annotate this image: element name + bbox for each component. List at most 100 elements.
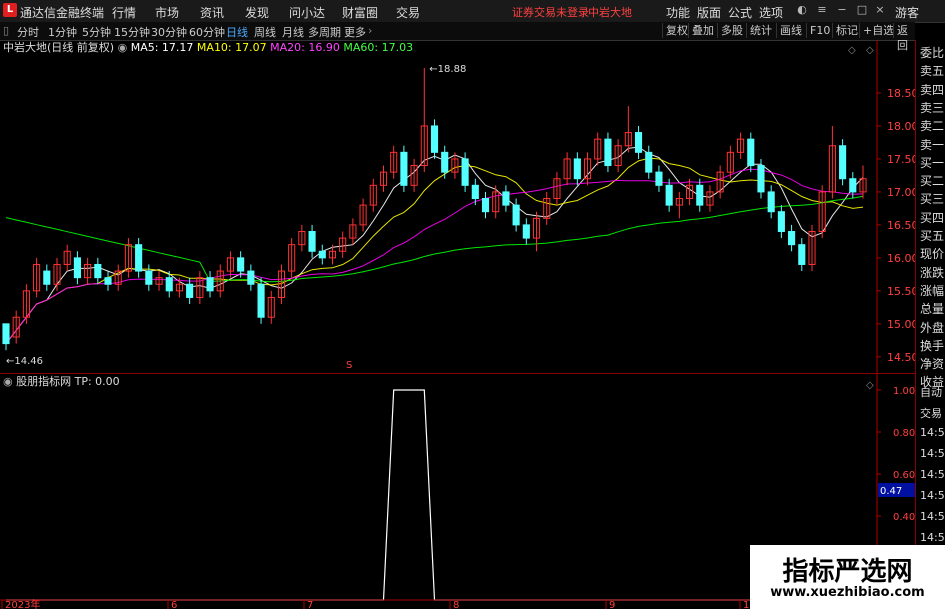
indicator-header: ◉ 股朋指标网 TP: 0.00 xyxy=(3,374,120,390)
quote-panel: 委比 卖五 卖四 卖三 卖二 卖一 买一 买二 买三 买四 买五 现价 涨跌 涨幅 总量 外盘 换手 净资 收益 自动… xyxy=(915,40,945,609)
candle-body xyxy=(767,191,775,213)
menu-markets[interactable]: 市场 xyxy=(155,4,179,21)
diamond-icon: ◇ xyxy=(848,45,856,56)
toolbar-button[interactable]: 统计 xyxy=(746,23,775,38)
candle-body xyxy=(400,151,408,186)
menu-discover[interactable]: 发现 xyxy=(245,4,269,21)
toolbar-button[interactable]: 多股 xyxy=(717,23,746,38)
period-tab-active[interactable]: 日线 xyxy=(226,24,248,40)
tp-line xyxy=(6,389,863,601)
settings-icon[interactable]: ◉ xyxy=(3,375,16,388)
candle-body xyxy=(696,184,704,206)
menu-news[interactable]: 资讯 xyxy=(200,4,224,21)
close-icon[interactable]: × xyxy=(873,3,887,17)
low-price-label: ←14.46 xyxy=(6,356,43,367)
time-tick-label: 7 xyxy=(307,600,313,609)
candle-body xyxy=(2,323,10,345)
quote-label: 卖三 xyxy=(920,100,945,115)
trade-time-label: 自动 xyxy=(920,386,942,399)
period-tab[interactable]: 15分钟 xyxy=(114,24,150,40)
sub-tick-label: 0.80 xyxy=(893,428,915,439)
period-tab[interactable]: 月线 xyxy=(282,24,304,40)
ma20-label: MA20: 16.90 xyxy=(270,41,340,54)
indicator-name[interactable]: 股朋指标网 xyxy=(16,375,71,388)
period-tab[interactable]: 1分钟 xyxy=(48,24,77,40)
pane-divider[interactable] xyxy=(0,373,915,374)
quote-label: 委比 xyxy=(920,46,945,60)
sub-tick-label: 0.60 xyxy=(893,470,915,481)
candle-body xyxy=(665,184,673,206)
price-tick-label: 18.00 xyxy=(887,120,915,133)
sell-marker: S xyxy=(346,360,352,371)
price-tick-label: 17.00 xyxy=(887,186,915,199)
menu-function[interactable]: 功能 xyxy=(666,4,690,21)
quote-label: 现价 xyxy=(920,247,945,262)
quote-label: 卖四 xyxy=(920,82,945,97)
quote-label: 总量 xyxy=(920,302,945,317)
candle-body xyxy=(206,277,214,292)
minimize-icon[interactable]: − xyxy=(835,3,849,17)
menu-icon[interactable]: ≡ xyxy=(815,3,829,17)
price-tick-label: 16.50 xyxy=(887,219,915,232)
toolbar-button[interactable]: 返回 xyxy=(893,23,915,52)
login-warning[interactable]: 证券交易未登录 xyxy=(512,4,589,20)
candle-body xyxy=(798,244,806,265)
toolbar-button[interactable]: F10 xyxy=(806,23,833,38)
price-tick-label: 16.00 xyxy=(887,252,915,265)
candle-body xyxy=(145,270,153,285)
time-tick-label: 9 xyxy=(609,600,615,609)
quote-label: 外盘 xyxy=(920,320,945,335)
candle-body xyxy=(502,191,510,206)
quote-label: 换手 xyxy=(920,338,945,353)
skin-icon[interactable]: ◐ xyxy=(795,3,809,17)
trade-time-label: 14:56 xyxy=(920,426,945,439)
ma10-label: MA10: 17.07 xyxy=(196,41,267,54)
indicator-value: TP: 0.00 xyxy=(74,375,120,388)
menu-market[interactable]: 行情 xyxy=(112,4,136,21)
candle-body xyxy=(43,270,51,285)
menu-formula[interactable]: 公式 xyxy=(728,4,752,21)
period-tab[interactable]: 更多 xyxy=(344,24,366,40)
collapse-icon[interactable]: ▯ xyxy=(3,24,9,37)
toolbar-button[interactable]: 标记 xyxy=(832,23,861,38)
quote-label: 买四 xyxy=(920,210,945,225)
trade-time-label: 14:56 xyxy=(920,531,945,544)
quote-label: 卖二 xyxy=(920,119,945,134)
candle-body xyxy=(186,283,194,298)
settings-icon[interactable]: ◉ xyxy=(118,41,131,54)
app-title: 通达信金融终端 xyxy=(20,6,105,20)
candle-body xyxy=(73,257,81,279)
kline-chart[interactable]: 18.50 18.00 17.50 17.00 16.50 16.00 15.50 15.00… xyxy=(0,40,915,609)
period-tab[interactable]: 分时 xyxy=(17,24,39,40)
period-tab[interactable]: 60分钟 xyxy=(189,24,225,40)
menu-options[interactable]: 选项 xyxy=(759,4,783,21)
period-tab[interactable]: 多周期 xyxy=(308,24,341,40)
app-logo-icon: L xyxy=(3,3,17,17)
candle-body xyxy=(135,244,143,272)
period-tab[interactable]: 周线 xyxy=(254,24,276,40)
menu-layout[interactable]: 版面 xyxy=(697,4,721,21)
menu-trade[interactable]: 交易 xyxy=(396,4,420,21)
maximize-icon[interactable]: □ xyxy=(855,3,869,17)
toolbar-button[interactable]: 画线 xyxy=(776,23,805,38)
period-tab[interactable]: 30分钟 xyxy=(151,24,187,40)
menu-ask[interactable]: 问小达 xyxy=(289,4,325,21)
menu-wealth[interactable]: 财富圈 xyxy=(342,4,378,21)
time-tick-label: 2023年 xyxy=(5,598,40,609)
price-tick-label: 15.00 xyxy=(887,318,915,331)
toolbar-button[interactable]: +自选 xyxy=(859,23,897,38)
quote-label: 卖一 xyxy=(920,137,945,152)
trade-time-label: 14:56 xyxy=(920,489,945,502)
toolbar-button[interactable]: 叠加 xyxy=(688,23,717,38)
candle-body xyxy=(308,230,316,252)
quote-label: 涨幅 xyxy=(920,283,945,298)
ma60-label: MA60: 17.03 xyxy=(343,41,414,54)
toolbar-button[interactable]: 复权 xyxy=(662,23,691,38)
period-tab[interactable]: 5分钟 xyxy=(82,24,111,40)
guest-label[interactable]: 游客 xyxy=(895,4,919,21)
candle-body xyxy=(481,198,490,213)
time-tick-label: 6 xyxy=(171,600,177,609)
price-tick-label: 17.50 xyxy=(887,153,915,166)
chevron-right-icon[interactable]: › xyxy=(368,24,372,37)
price-tick-label: 14.50 xyxy=(887,351,915,364)
